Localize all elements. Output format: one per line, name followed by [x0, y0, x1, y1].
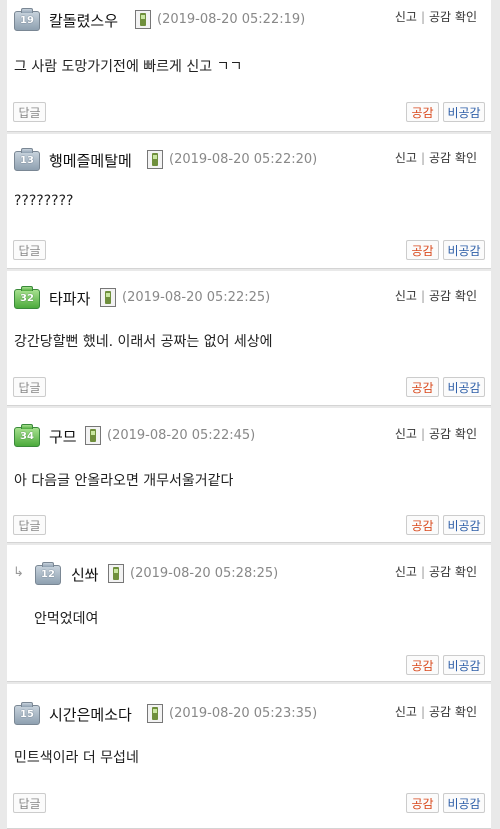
comment-item: 13 행메즐메탈메 (2019-08-20 05:22:20) 신고 | 공감 확인… — [7, 134, 491, 269]
comment-timestamp: (2019-08-20 05:22:20) — [169, 152, 318, 167]
mobile-icon — [100, 288, 116, 307]
comment-author[interactable]: 행메즐메탈메 — [49, 150, 132, 171]
comment-header: 32 타파자 (2019-08-20 05:22:25) 신고 | 공감 확인 — [7, 271, 491, 311]
like-button[interactable]: 공감 — [406, 515, 439, 535]
comment-text: 안먹었데여 — [34, 611, 99, 627]
like-button[interactable]: 공감 — [406, 793, 439, 813]
comment-item: 34 구므 (2019-08-20 05:22:45) 신고 | 공감 확인 아 다… — [7, 408, 491, 543]
like-confirm-link[interactable]: 공감 확인 — [429, 10, 477, 24]
like-confirm-link[interactable]: 공감 확인 — [429, 289, 477, 303]
report-link[interactable]: 신고 — [395, 10, 417, 24]
level-badge-icon: 15 — [14, 702, 40, 725]
comment-item: 15 시간은메소다 (2019-08-20 05:23:35) 신고 | 공감 확인… — [7, 684, 491, 829]
comment-text: 민트색이라 더 무섭네 — [14, 750, 139, 766]
like-confirm-link[interactable]: 공감 확인 — [429, 705, 477, 719]
comment-actions: 신고 | 공감 확인 — [394, 565, 477, 579]
mobile-icon — [135, 10, 151, 29]
comment-author[interactable]: 칼돌렸스우 — [49, 10, 118, 31]
mobile-icon — [147, 704, 163, 723]
comment-text: 강간당할뻔 했네. 이래서 공짜는 없어 세상에 — [14, 334, 273, 350]
comment-text: ???????? — [14, 193, 74, 209]
comment-author[interactable]: 신쏴 — [71, 564, 99, 585]
comment-actions: 신고 | 공감 확인 — [394, 151, 477, 165]
dislike-button[interactable]: 비공감 — [443, 793, 485, 813]
like-confirm-link[interactable]: 공감 확인 — [429, 151, 477, 165]
comment-item: 32 타파자 (2019-08-20 05:22:25) 신고 | 공감 확인 강간… — [7, 271, 491, 406]
like-confirm-link[interactable]: 공감 확인 — [429, 427, 477, 441]
comment-list: 19 칼돌렸스우 (2019-08-20 05:22:19) 신고 | 공감 확인 … — [0, 0, 500, 829]
comment-header: 15 시간은메소다 (2019-08-20 05:23:35) 신고 | 공감 확인 — [7, 684, 491, 725]
comment-actions: 신고 | 공감 확인 — [394, 289, 477, 303]
reply-button[interactable]: 답글 — [13, 377, 46, 397]
level-badge-icon: 12 — [35, 562, 61, 585]
dislike-button[interactable]: 비공감 — [443, 102, 485, 122]
comment-timestamp: (2019-08-20 05:22:25) — [122, 290, 271, 305]
level-badge-icon: 19 — [14, 8, 40, 31]
comment-timestamp: (2019-08-20 05:22:45) — [107, 428, 256, 443]
comment-header: ↳ 12 신쏴 (2019-08-20 05:28:25) 신고 | 공감 확인 — [7, 545, 491, 585]
report-link[interactable]: 신고 — [395, 427, 417, 441]
comment-item: 19 칼돌렸스우 (2019-08-20 05:22:19) 신고 | 공감 확인 … — [7, 0, 491, 132]
dislike-button[interactable]: 비공감 — [443, 515, 485, 535]
comment-author[interactable]: 구므 — [49, 426, 77, 447]
level-badge-icon: 34 — [14, 424, 40, 447]
like-button[interactable]: 공감 — [406, 377, 439, 397]
comment-actions: 신고 | 공감 확인 — [394, 705, 477, 719]
comment-author[interactable]: 시간은메소다 — [49, 704, 132, 725]
comment-header: 13 행메즐메탈메 (2019-08-20 05:22:20) 신고 | 공감 확인 — [7, 134, 491, 174]
report-link[interactable]: 신고 — [395, 289, 417, 303]
like-button[interactable]: 공감 — [406, 102, 439, 122]
comment-header: 34 구므 (2019-08-20 05:22:45) 신고 | 공감 확인 — [7, 408, 491, 448]
like-button[interactable]: 공감 — [406, 240, 439, 260]
level-badge-icon: 32 — [14, 286, 40, 309]
comment-header: 19 칼돌렸스우 (2019-08-20 05:22:19) 신고 | 공감 확인 — [7, 0, 491, 40]
like-button[interactable]: 공감 — [406, 655, 439, 675]
comment-actions: 신고 | 공감 확인 — [394, 10, 477, 24]
comment-text: 그 사람 도망가기전에 빠르게 신고 ㄱㄱ — [14, 59, 243, 75]
level-badge-icon: 13 — [14, 148, 40, 171]
reply-comment-item: ↳ 12 신쏴 (2019-08-20 05:28:25) 신고 | 공감 확인 안… — [7, 545, 491, 682]
mobile-icon — [108, 564, 124, 583]
comment-timestamp: (2019-08-20 05:28:25) — [130, 566, 279, 581]
mobile-icon — [85, 426, 101, 445]
report-link[interactable]: 신고 — [395, 705, 417, 719]
like-confirm-link[interactable]: 공감 확인 — [429, 565, 477, 579]
reply-button[interactable]: 답글 — [13, 102, 46, 122]
comment-timestamp: (2019-08-20 05:22:19) — [157, 12, 306, 27]
reply-button[interactable]: 답글 — [13, 240, 46, 260]
reply-button[interactable]: 답글 — [13, 515, 46, 535]
dislike-button[interactable]: 비공감 — [443, 655, 485, 675]
reply-button[interactable]: 답글 — [13, 793, 46, 813]
mobile-icon — [147, 150, 163, 169]
dislike-button[interactable]: 비공감 — [443, 240, 485, 260]
comment-author[interactable]: 타파자 — [49, 288, 90, 309]
report-link[interactable]: 신고 — [395, 565, 417, 579]
comment-actions: 신고 | 공감 확인 — [394, 427, 477, 441]
comment-text: 아 다음글 안올라오면 개무서울거같다 — [14, 473, 234, 489]
comment-timestamp: (2019-08-20 05:23:35) — [169, 706, 318, 721]
reply-arrow-icon: ↳ — [13, 565, 24, 580]
report-link[interactable]: 신고 — [395, 151, 417, 165]
dislike-button[interactable]: 비공감 — [443, 377, 485, 397]
